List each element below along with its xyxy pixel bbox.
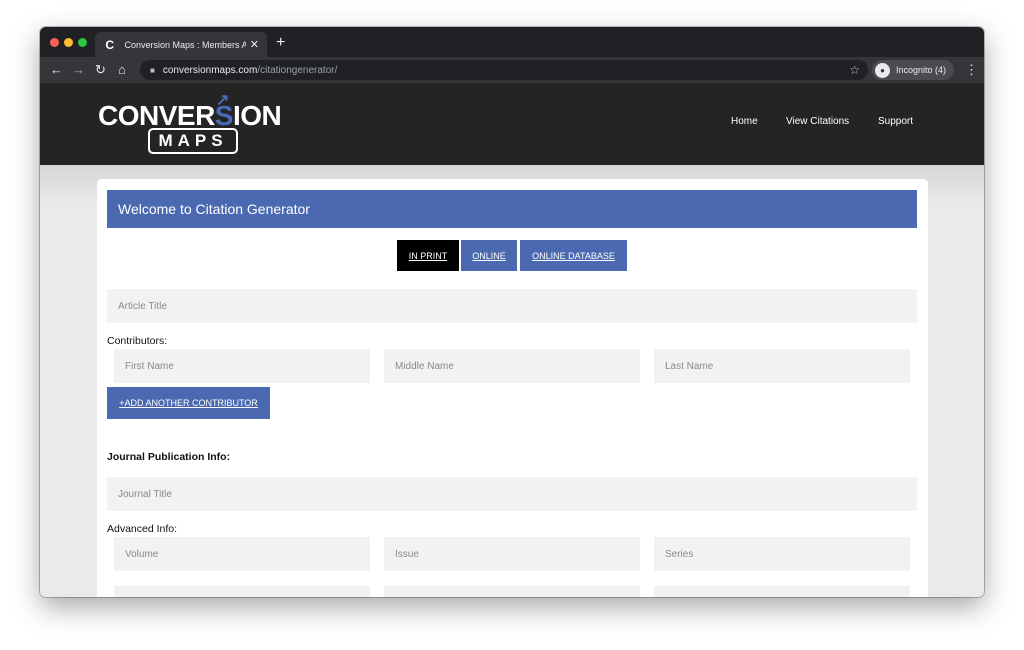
lock-icon: ■ [150,65,155,75]
tab-strip: C Conversion Maps : Members Area ✕ + [40,27,984,57]
nav-support[interactable]: Support [878,116,913,127]
home-icon[interactable]: ⌂ [118,62,126,78]
advanced-input-row2-col2[interactable] [384,586,640,597]
incognito-indicator[interactable]: ● Incognito (4) [872,60,955,80]
tab-online-database[interactable]: ONLINE DATABASE [520,240,627,271]
tab-in-print[interactable]: IN PRINT [397,240,459,271]
volume-input[interactable]: Volume [114,537,370,571]
back-arrow-icon[interactable]: ← [50,62,63,78]
advanced-info-label: Advanced Info: [107,523,178,535]
journal-info-label: Journal Publication Info: [107,451,231,463]
citation-form-card: Welcome to Citation Generator IN PRINT O… [97,179,928,597]
browser-toolbar: ← → ↻ ⌂ ■ conversionmaps.com/citationgen… [40,57,984,83]
tab-title: Conversion Maps : Members Area [124,39,246,50]
close-window-button[interactable] [50,38,59,47]
address-bar[interactable]: ■ conversionmaps.com/citationgenerator/ … [140,60,868,80]
last-name-input[interactable]: Last Name [654,349,910,383]
url-path: /citationgenerator/ [257,64,338,76]
form-header: Welcome to Citation Generator [107,190,917,228]
first-name-input[interactable]: First Name [114,349,370,383]
logo-arrow-icon: ↗ [216,92,230,109]
star-icon[interactable]: ☆ [849,63,860,77]
kebab-menu-icon[interactable]: ⋮ [965,62,978,78]
journal-title-input[interactable]: Journal Title [107,477,917,511]
minimize-window-button[interactable] [64,38,73,47]
maximize-window-button[interactable] [78,38,87,47]
series-input[interactable]: Series [654,537,910,571]
forward-arrow-icon[interactable]: → [72,62,85,78]
advanced-input-row2-col1[interactable] [114,586,370,597]
nav-view-citations[interactable]: View Citations [786,116,849,127]
page-content: Welcome to Citation Generator IN PRINT O… [40,165,984,597]
new-tab-button[interactable]: + [276,34,285,52]
site-header: CONVERSION ↗ MAPS Home View Citations Su… [40,83,984,165]
advanced-input-row2-col3[interactable] [654,586,910,597]
issue-input[interactable]: Issue [384,537,640,571]
tab-close-icon[interactable]: ✕ [250,38,259,51]
incognito-label: Incognito (4) [896,65,947,75]
contributors-label: Contributors: [107,335,168,347]
browser-window: C Conversion Maps : Members Area ✕ + ← →… [40,27,984,597]
browser-tab[interactable]: C Conversion Maps : Members Area ✕ [95,32,267,57]
middle-name-input[interactable]: Middle Name [384,349,640,383]
url-host: conversionmaps.com [162,64,258,76]
add-contributor-button[interactable]: +ADD ANOTHER CONTRIBUTOR [107,387,270,419]
conversion-maps-favicon-icon: C [105,37,115,52]
incognito-icon: ● [875,62,890,78]
logo-wordmark-bottom: MAPS [148,128,238,154]
article-title-input[interactable]: Article Title [107,289,917,323]
reload-icon[interactable]: ↻ [95,62,106,78]
nav-home[interactable]: Home [731,116,758,127]
tab-online[interactable]: ONLINE [461,240,517,271]
conversion-maps-logo[interactable]: CONVERSION ↗ MAPS [98,92,294,156]
